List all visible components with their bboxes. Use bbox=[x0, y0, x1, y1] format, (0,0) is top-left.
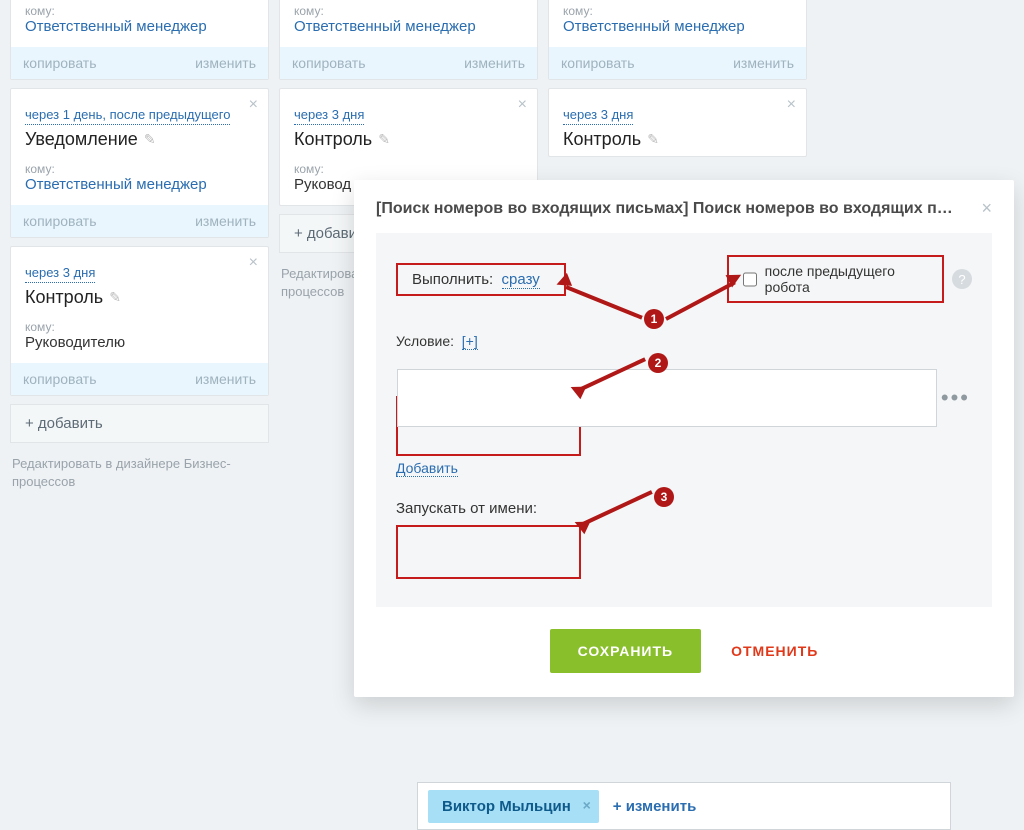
edit-button[interactable]: изменить bbox=[733, 55, 794, 71]
copy-button[interactable]: копировать bbox=[23, 213, 97, 229]
condition-add[interactable]: [+] bbox=[462, 333, 478, 350]
card-title: Контроль✎ bbox=[25, 285, 254, 314]
card-title: Контроль✎ bbox=[563, 127, 792, 156]
trigger-link[interactable]: через 1 день, после предыдущего bbox=[25, 99, 230, 125]
pencil-icon[interactable]: ✎ bbox=[647, 131, 659, 148]
user-chip: Виктор Мыльцин × bbox=[428, 790, 599, 823]
pencil-icon[interactable]: ✎ bbox=[378, 131, 390, 148]
robot-settings-modal: [Поиск номеров во входящих письмах] Поис… bbox=[354, 180, 1014, 697]
modal-title: [Поиск номеров во входящих письмах] Поис… bbox=[376, 200, 956, 218]
edit-button[interactable]: изменить bbox=[195, 55, 256, 71]
close-icon[interactable]: × bbox=[787, 97, 796, 113]
task-card: × через 1 день, после предыдущего Уведом… bbox=[10, 88, 269, 238]
task-card: × через 3 дня Контроль✎ bbox=[548, 88, 807, 157]
runas-label: Запускать от имени: bbox=[396, 500, 972, 517]
annotation-bullet-1: 1 bbox=[644, 309, 664, 329]
runas-highlight bbox=[396, 525, 581, 579]
execute-value[interactable]: сразу bbox=[502, 271, 540, 289]
remove-user-icon[interactable]: × bbox=[583, 797, 591, 813]
condition-label: Условие: bbox=[396, 333, 454, 349]
to-label: кому: bbox=[549, 4, 806, 18]
edit-button[interactable]: изменить bbox=[464, 55, 525, 71]
change-user-link[interactable]: + изменить bbox=[613, 798, 697, 815]
card-title: Уведомление✎ bbox=[25, 127, 254, 156]
close-icon[interactable]: × bbox=[249, 255, 258, 271]
task-card: кому: Ответственный менеджер копировать … bbox=[279, 0, 538, 80]
trigger-link[interactable]: через 3 дня bbox=[294, 99, 364, 125]
task-card: кому: Ответственный менеджер копировать … bbox=[548, 0, 807, 80]
add-button[interactable]: + добавить bbox=[10, 404, 269, 443]
add-exclude-link[interactable]: Добавить bbox=[396, 460, 458, 477]
to-label: кому: bbox=[11, 162, 268, 176]
cancel-button[interactable]: ОТМЕНИТЬ bbox=[731, 643, 818, 659]
assignee[interactable]: Ответственный менеджер bbox=[549, 18, 806, 47]
task-card: кому: Ответственный менеджер копировать … bbox=[10, 0, 269, 80]
copy-button[interactable]: копировать bbox=[23, 371, 97, 387]
close-icon[interactable]: × bbox=[518, 97, 527, 113]
trigger-link[interactable]: через 3 дня bbox=[563, 99, 633, 125]
to-label: кому: bbox=[280, 162, 537, 176]
exclude-input[interactable] bbox=[397, 369, 937, 427]
after-previous-field: после предыдущего робота bbox=[727, 255, 944, 303]
execute-field: Выполнить: сразу bbox=[396, 263, 566, 296]
assignee[interactable]: Ответственный менеджер bbox=[11, 176, 268, 205]
assignee[interactable]: Руководителю bbox=[11, 334, 268, 363]
pencil-icon[interactable]: ✎ bbox=[144, 131, 156, 148]
save-button[interactable]: СОХРАНИТЬ bbox=[550, 629, 701, 673]
designer-link[interactable]: Редактировать в дизайнере Бизнес-процесс… bbox=[10, 451, 269, 495]
edit-button[interactable]: изменить bbox=[195, 371, 256, 387]
copy-button[interactable]: копировать bbox=[561, 55, 635, 71]
more-icon[interactable]: ••• bbox=[941, 385, 970, 411]
trigger-link[interactable]: через 3 дня bbox=[25, 257, 95, 283]
after-previous-label: после предыдущего робота bbox=[765, 263, 928, 295]
assignee[interactable]: Ответственный менеджер bbox=[280, 18, 537, 47]
runas-input[interactable]: Виктор Мыльцин × + изменить bbox=[417, 782, 951, 830]
card-title: Контроль✎ bbox=[294, 127, 523, 156]
to-label: кому: bbox=[11, 320, 268, 334]
copy-button[interactable]: копировать bbox=[23, 55, 97, 71]
help-icon[interactable]: ? bbox=[952, 269, 972, 289]
pencil-icon[interactable]: ✎ bbox=[109, 289, 121, 306]
to-label: кому: bbox=[11, 4, 268, 18]
close-icon[interactable]: × bbox=[981, 198, 992, 219]
copy-button[interactable]: копировать bbox=[292, 55, 366, 71]
edit-button[interactable]: изменить bbox=[195, 213, 256, 229]
after-previous-checkbox[interactable] bbox=[743, 272, 757, 287]
task-card: × через 3 дня Контроль✎ кому: Руководите… bbox=[10, 246, 269, 396]
to-label: кому: bbox=[280, 4, 537, 18]
assignee[interactable]: Ответственный менеджер bbox=[11, 18, 268, 47]
close-icon[interactable]: × bbox=[249, 97, 258, 113]
